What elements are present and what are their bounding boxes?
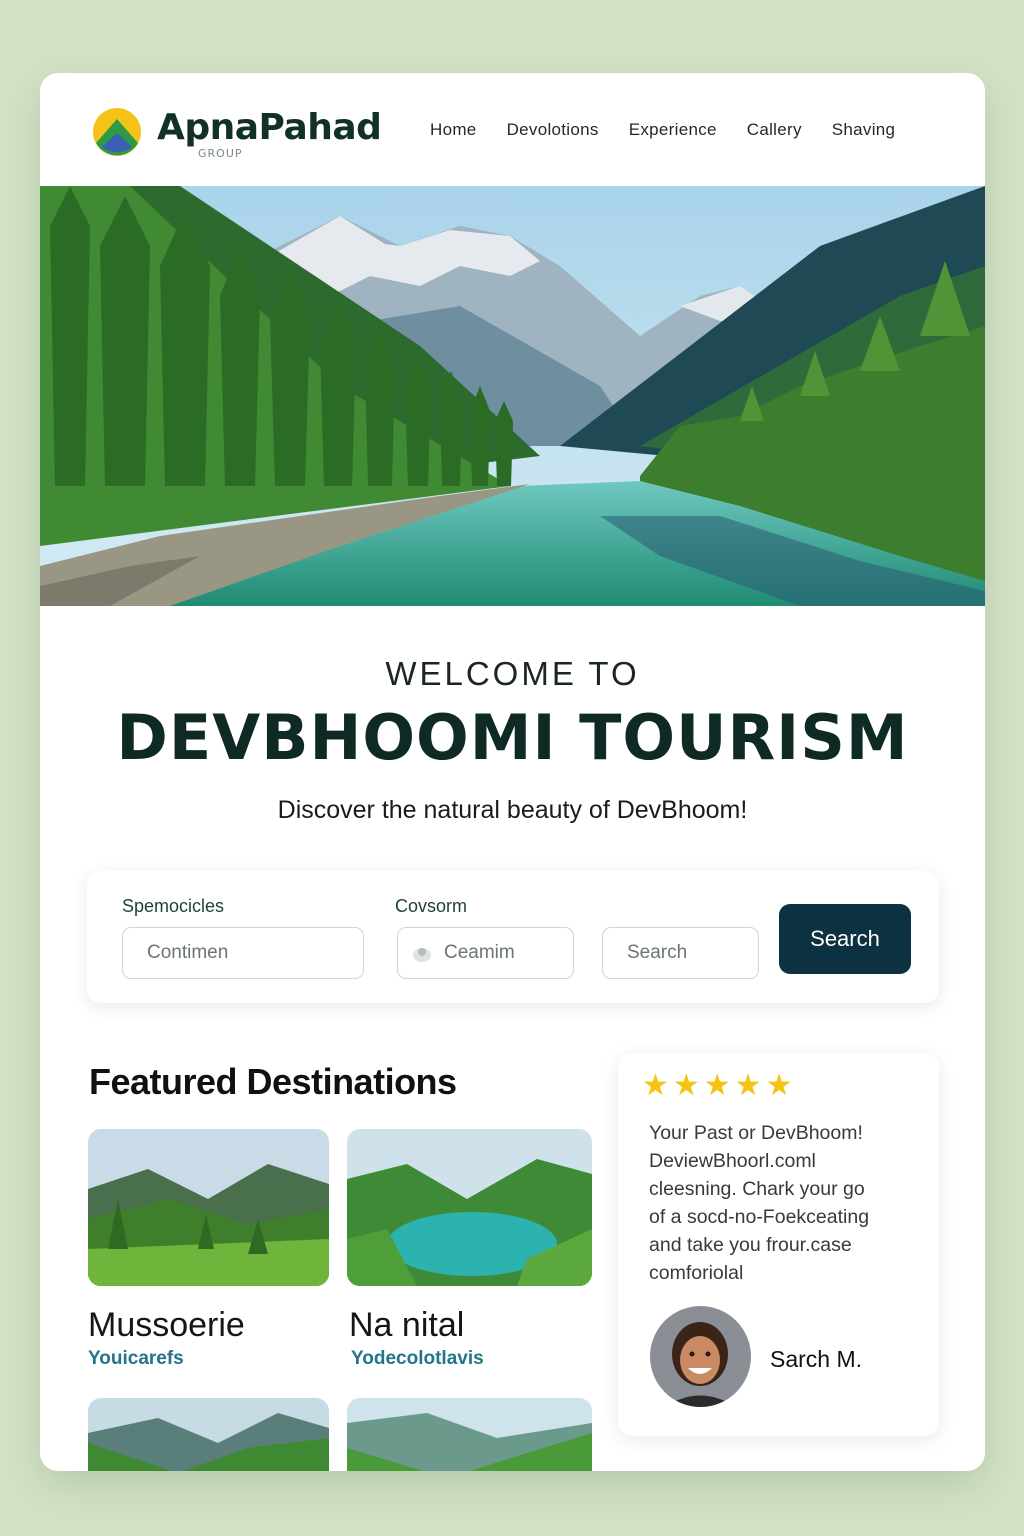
destination-image-3[interactable] (88, 1398, 329, 1471)
site-header: ApnaPahad GROUP Home Devolotions Experie… (40, 73, 985, 186)
hero-image (40, 186, 985, 606)
nav-shaving[interactable]: Shaving (832, 120, 896, 140)
reviewer-name: Sarch M. (770, 1346, 863, 1372)
brand-tagline: GROUP (198, 147, 243, 160)
main-nav: Home Devolotions Experience Callery Shav… (430, 120, 925, 140)
review-card: ★★★★★ Your Past or DevBhoom! DeviewBhoor… (618, 1053, 939, 1436)
dest-name-nainital[interactable]: Na nital (349, 1306, 464, 1345)
search-button[interactable]: Search (779, 904, 911, 974)
nav-home[interactable]: Home (430, 120, 477, 140)
page-subtitle: Discover the natural beauty of DevBhoom! (277, 796, 748, 824)
search-input[interactable]: Search (602, 927, 759, 979)
nainital-image[interactable] (347, 1129, 592, 1286)
rating-stars: ★★★★★ (642, 1068, 797, 1103)
field1-label: Spemocicles (122, 896, 225, 916)
field2-label: Covsorm (395, 896, 468, 916)
nav-devolotions[interactable]: Devolotions (507, 120, 599, 140)
dest-tag-nainital: Yodecolotlavis (351, 1348, 484, 1369)
page-title: DEVBHOOMI TOURISM (116, 701, 909, 774)
review-text: Your Past or DevBhoom! DeviewBhoorl.coml… (649, 1119, 924, 1287)
review-line: and take you frour.case (649, 1234, 852, 1256)
page-card: ApnaPahad GROUP Home Devolotions Experie… (40, 73, 985, 1471)
review-line: DeviewBhoorl.coml (649, 1150, 816, 1172)
field2-placeholder: Ceamim (444, 942, 515, 963)
review-line: of a socd-no-Foekceating (649, 1206, 870, 1228)
location-icon (413, 948, 431, 962)
welcome-pre: WELCOME TO (385, 655, 640, 692)
brand-logo-icon[interactable] (92, 107, 142, 157)
destination-image-4[interactable] (347, 1398, 592, 1471)
dest-tag-mussoerie: Youicarefs (88, 1348, 184, 1369)
brand-name[interactable]: ApnaPahad (157, 107, 382, 148)
search-panel: Spemocicles Contimen Covsorm Ceamim Sear… (87, 871, 939, 1003)
reviewer-avatar (650, 1306, 751, 1407)
review-line: Your Past or DevBhoom! (649, 1122, 863, 1144)
nav-callery[interactable]: Callery (747, 120, 802, 140)
mussoerie-image[interactable] (88, 1129, 329, 1286)
field2-input[interactable]: Ceamim (397, 927, 574, 979)
field1-input[interactable]: Contimen (122, 927, 364, 979)
dest-name-mussoerie[interactable]: Mussoerie (88, 1306, 245, 1345)
nav-experience[interactable]: Experience (629, 120, 717, 140)
featured-title: Featured Destinations (89, 1061, 457, 1102)
review-line: cleesning. Chark your go (649, 1178, 865, 1200)
review-line: comforiolal (649, 1262, 744, 1284)
